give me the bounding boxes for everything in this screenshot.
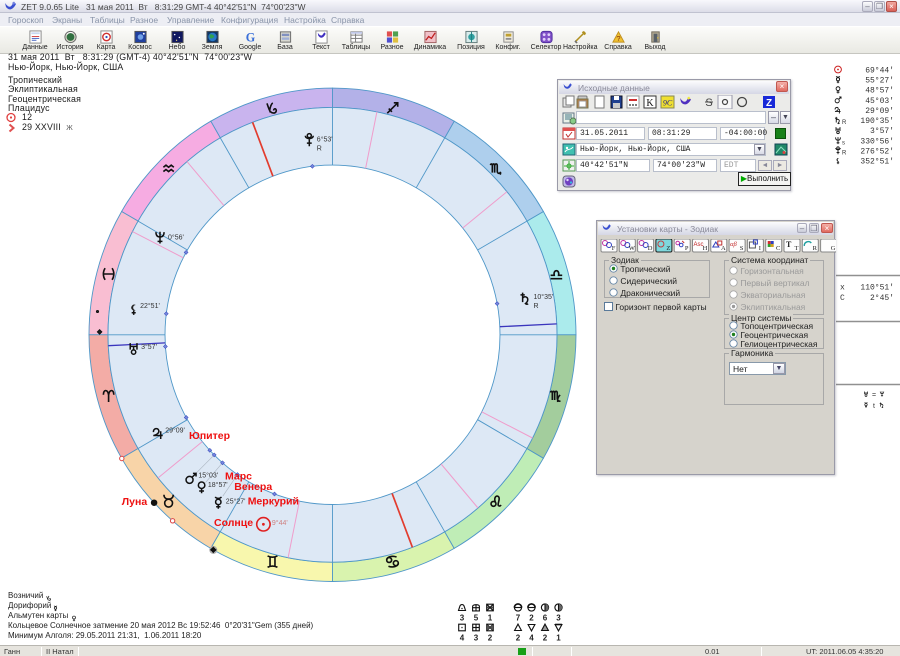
svg-text:t: t <box>873 403 875 410</box>
svg-text:T: T <box>786 240 792 249</box>
svg-text:9°44': 9°44' <box>272 519 288 527</box>
svg-text:Солнце: Солнце <box>214 517 253 529</box>
svg-text:C: C <box>840 294 845 303</box>
svg-text:69°44': 69°44' <box>865 66 894 75</box>
svg-text:352°51': 352°51' <box>860 158 894 167</box>
svg-text:D: D <box>648 245 653 252</box>
svg-text:2: 2 <box>516 634 521 643</box>
svg-text:R: R <box>317 146 322 153</box>
svg-text:330°56': 330°56' <box>860 137 894 146</box>
svg-text:2: 2 <box>543 634 548 643</box>
svg-text:Меркурий: Меркурий <box>248 496 299 508</box>
svg-text:Юпитер: Юпитер <box>189 430 230 442</box>
svg-text:S: S <box>705 97 712 109</box>
svg-text:I: I <box>759 245 761 252</box>
svg-text:4: 4 <box>460 634 465 643</box>
svg-text:22°51': 22°51' <box>140 302 160 310</box>
svg-text:K: K <box>646 98 654 109</box>
svg-text:?: ? <box>616 34 620 43</box>
svg-text:1: 1 <box>556 634 561 643</box>
svg-text:G: G <box>245 31 255 44</box>
svg-text:29°09': 29°09' <box>865 107 894 116</box>
svg-text:3: 3 <box>474 634 479 643</box>
svg-text:Луна: Луна <box>122 496 148 508</box>
svg-text:2°45': 2°45' <box>870 294 894 303</box>
svg-text:48°57': 48°57' <box>865 87 894 96</box>
svg-text:S: S <box>740 245 744 252</box>
svg-text:4: 4 <box>529 634 534 643</box>
svg-text:1: 1 <box>488 614 493 623</box>
svg-text:s: s <box>842 141 845 147</box>
svg-text:9C: 9C <box>663 99 673 108</box>
svg-text:R: R <box>534 303 539 310</box>
svg-text:25°27': 25°27' <box>226 497 246 505</box>
svg-text:P: P <box>685 245 689 252</box>
svg-text:45°03': 45°03' <box>865 97 894 106</box>
svg-text:55°27': 55°27' <box>865 77 894 86</box>
svg-text:W: W <box>629 245 636 252</box>
svg-text:Z: Z <box>666 245 670 252</box>
svg-text:6: 6 <box>543 614 548 623</box>
svg-text:10°35': 10°35' <box>534 293 554 301</box>
svg-text:29°09': 29°09' <box>165 427 185 435</box>
svg-text:15°03': 15°03' <box>198 471 218 479</box>
svg-text:R: R <box>842 120 847 126</box>
svg-text:3: 3 <box>556 614 561 623</box>
svg-text:2: 2 <box>488 634 493 643</box>
svg-text:αβ: αβ <box>730 241 737 248</box>
svg-text:F: F <box>612 245 616 252</box>
svg-text:276°52': 276°52' <box>860 148 894 157</box>
svg-text:R: R <box>842 151 847 157</box>
svg-text:x: x <box>840 284 845 293</box>
svg-text:110°51': 110°51' <box>860 284 894 293</box>
svg-text:R: R <box>813 245 818 252</box>
svg-text:7: 7 <box>516 614 521 623</box>
svg-text:A: A <box>721 245 726 252</box>
svg-text:190°35': 190°35' <box>860 117 894 126</box>
svg-text:3: 3 <box>460 614 465 623</box>
svg-text:Венера: Венера <box>234 481 272 493</box>
svg-text:G: G <box>831 245 836 252</box>
svg-text:Z: Z <box>766 98 772 109</box>
svg-text:2: 2 <box>529 614 534 623</box>
svg-text:H: H <box>703 245 708 252</box>
svg-text:C: C <box>776 245 780 252</box>
svg-text:3°57': 3°57' <box>870 127 894 136</box>
svg-text:5: 5 <box>474 614 479 623</box>
svg-text:0°56': 0°56' <box>168 234 184 242</box>
svg-text:T: T <box>795 245 799 252</box>
svg-text:=: = <box>872 392 876 399</box>
svg-text:3°57': 3°57' <box>141 343 157 351</box>
svg-text:6°53': 6°53' <box>317 136 333 144</box>
